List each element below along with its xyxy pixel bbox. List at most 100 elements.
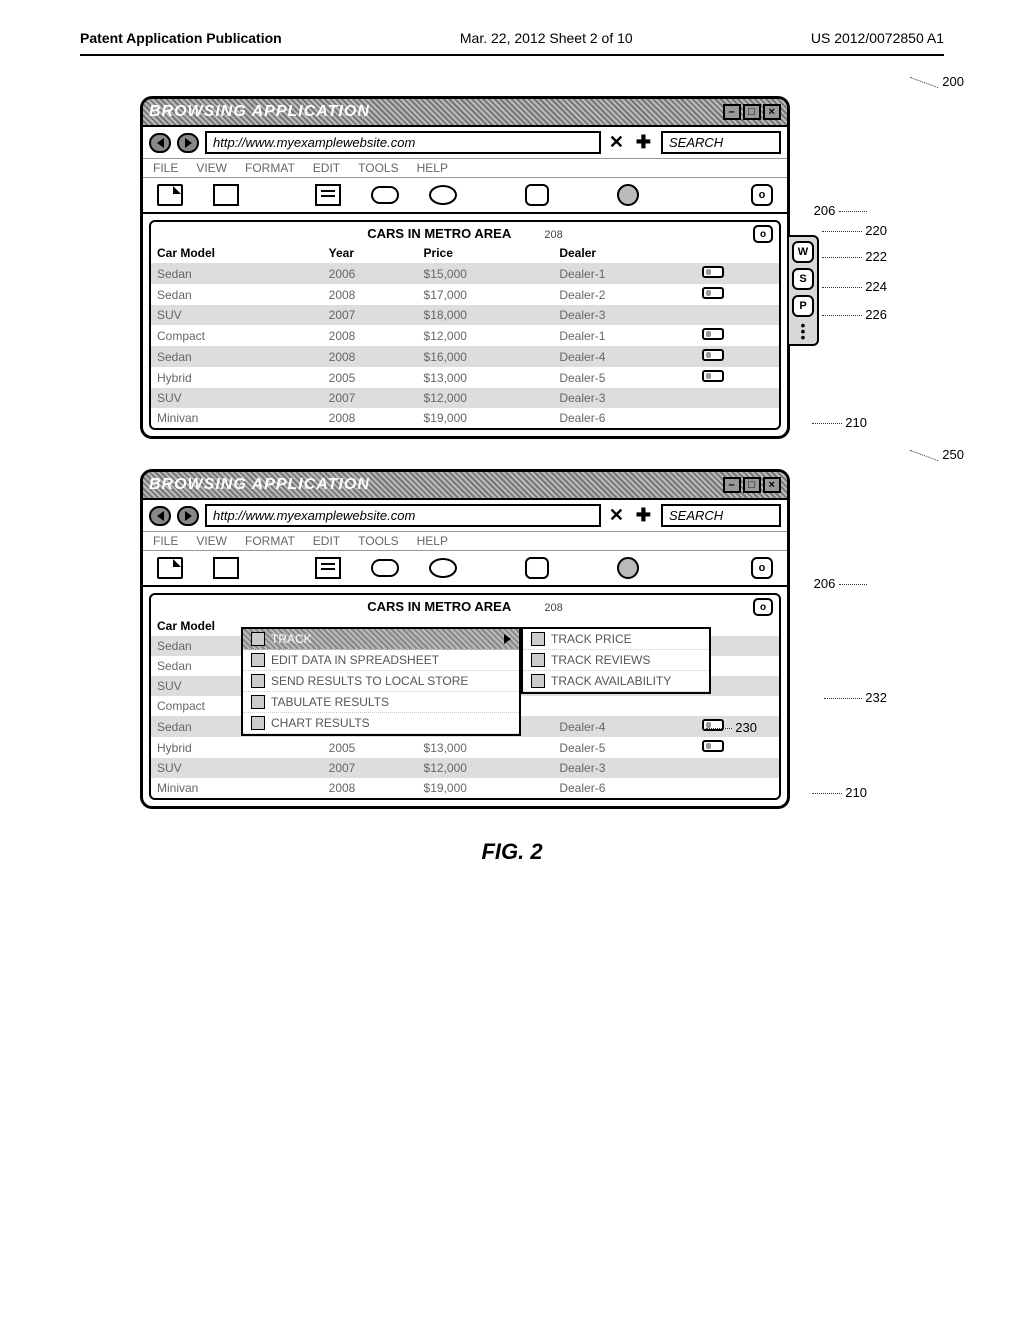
cars-table: Car Model Year Price Dealer Sedan2006$15… <box>151 243 779 428</box>
titlebar: BROWSING APPLICATION – □ × <box>143 99 787 127</box>
reviews-icon <box>531 653 545 667</box>
back-button[interactable] <box>149 506 171 526</box>
track-icon <box>251 632 265 646</box>
menu-tools[interactable]: TOOLS <box>358 534 398 548</box>
widget-btn-w[interactable]: W <box>792 241 814 263</box>
ref-208b: 208 <box>514 602 562 614</box>
window-controls: – □ × <box>723 477 781 493</box>
menu-file[interactable]: FILE <box>153 534 178 548</box>
table-row: Minivan2008$19,000Dealer-6 <box>151 778 779 798</box>
menu-item-track-availability[interactable]: TRACK AVAILABILITY <box>523 671 709 692</box>
list-icon[interactable] <box>315 557 341 579</box>
tabulate-icon <box>251 695 265 709</box>
table-header-row: Car Model Year Price Dealer <box>151 243 779 263</box>
availability-icon <box>531 674 545 688</box>
menu-edit[interactable]: EDIT <box>313 534 340 548</box>
menu-file[interactable]: FILE <box>153 161 178 175</box>
back-button[interactable] <box>149 133 171 153</box>
scroll-icon[interactable] <box>702 328 724 340</box>
list-icon[interactable] <box>315 184 341 206</box>
ref-224: 224 <box>822 279 887 294</box>
globe-icon[interactable] <box>617 184 639 206</box>
send-icon <box>251 674 265 688</box>
titlebar: BROWSING APPLICATION – □ × <box>143 472 787 500</box>
col-model: Car Model <box>151 243 323 263</box>
scroll-icon[interactable] <box>702 266 724 278</box>
menu-item-track[interactable]: TRACK <box>243 629 519 650</box>
content-title-row: CARS IN METRO AREA 208 o <box>151 222 779 243</box>
more-dots-icon[interactable]: ••• <box>792 322 814 340</box>
context-menu-submenu: TRACK PRICE TRACK REVIEWS TRACK AVAILABI… <box>521 627 711 694</box>
menu-item-chart[interactable]: CHART RESULTS <box>243 713 519 734</box>
scroll-icon[interactable] <box>702 740 724 752</box>
menu-edit[interactable]: EDIT <box>313 161 340 175</box>
ref-200: 200 <box>909 74 964 89</box>
table-row: Sedan2008$16,000Dealer-4 <box>151 346 779 367</box>
content-widget-button[interactable]: o <box>753 225 773 243</box>
menu-view[interactable]: VIEW <box>196 534 227 548</box>
forward-button[interactable] <box>177 506 199 526</box>
window-title: BROWSING APPLICATION <box>149 103 370 121</box>
clear-icon[interactable]: ✕ <box>607 132 626 153</box>
minimize-icon[interactable]: – <box>723 477 741 493</box>
menu-item-edit-spreadsheet[interactable]: EDIT DATA IN SPREADSHEET <box>243 650 519 671</box>
url-input[interactable]: http://www.myexamplewebsite.com <box>205 504 601 527</box>
url-input[interactable]: http://www.myexamplewebsite.com <box>205 131 601 154</box>
menu-view[interactable]: VIEW <box>196 161 227 175</box>
widget-btn-p[interactable]: P <box>792 295 814 317</box>
navbar: http://www.myexamplewebsite.com ✕ ✚ SEAR… <box>143 127 787 159</box>
new-doc-icon[interactable] <box>157 557 183 579</box>
col-price: Price <box>418 243 554 263</box>
scroll-icon[interactable] <box>702 287 724 299</box>
close-icon[interactable]: × <box>763 477 781 493</box>
add-icon[interactable]: ✚ <box>632 132 655 153</box>
cloud-icon[interactable] <box>371 559 399 577</box>
scroll-icon[interactable] <box>702 349 724 361</box>
ref-222: 222 <box>822 249 887 264</box>
maximize-icon[interactable]: □ <box>743 104 761 120</box>
eye-icon[interactable] <box>429 185 457 205</box>
figure-label: FIG. 2 <box>80 839 944 865</box>
toolbar-widget-button[interactable]: o <box>751 557 773 579</box>
database-icon[interactable] <box>525 184 549 206</box>
menu-item-tabulate[interactable]: TABULATE RESULTS <box>243 692 519 713</box>
add-icon[interactable]: ✚ <box>632 505 655 526</box>
search-input[interactable]: SEARCH <box>661 504 781 527</box>
folder-icon[interactable] <box>213 184 239 206</box>
search-input[interactable]: SEARCH <box>661 131 781 154</box>
pub-label: Patent Application Publication <box>80 30 282 46</box>
window-controls: – □ × <box>723 104 781 120</box>
menu-tools[interactable]: TOOLS <box>358 161 398 175</box>
forward-button[interactable] <box>177 133 199 153</box>
sheet-label: Mar. 22, 2012 Sheet 2 of 10 <box>460 30 633 46</box>
browser-window-1: BROWSING APPLICATION – □ × http://www.my… <box>140 96 790 439</box>
scroll-icon[interactable] <box>702 370 724 382</box>
menu-help[interactable]: HELP <box>417 161 448 175</box>
close-icon[interactable]: × <box>763 104 781 120</box>
table-row: Hybrid2005$13,000Dealer-5 <box>151 737 779 758</box>
spreadsheet-icon <box>251 653 265 667</box>
content-pane: CARS IN METRO AREA 208 o Car Model Sedan… <box>149 593 781 800</box>
maximize-icon[interactable]: □ <box>743 477 761 493</box>
ref-208: 208 <box>514 229 562 241</box>
eye-icon[interactable] <box>429 558 457 578</box>
menu-format[interactable]: FORMAT <box>245 534 295 548</box>
cloud-icon[interactable] <box>371 186 399 204</box>
widget-btn-s[interactable]: S <box>792 268 814 290</box>
minimize-icon[interactable]: – <box>723 104 741 120</box>
menu-item-track-reviews[interactable]: TRACK REVIEWS <box>523 650 709 671</box>
content-widget-button[interactable]: o <box>753 598 773 616</box>
clear-icon[interactable]: ✕ <box>607 505 626 526</box>
table-row: SUV2007$12,000Dealer-3 <box>151 388 779 408</box>
globe-icon[interactable] <box>617 557 639 579</box>
toolbar-widget-button[interactable]: o <box>751 184 773 206</box>
menu-format[interactable]: FORMAT <box>245 161 295 175</box>
menu-help[interactable]: HELP <box>417 534 448 548</box>
menu-item-track-price[interactable]: TRACK PRICE <box>523 629 709 650</box>
folder-icon[interactable] <box>213 557 239 579</box>
toolbar: o <box>143 551 787 587</box>
new-doc-icon[interactable] <box>157 184 183 206</box>
menu-item-send-local[interactable]: SEND RESULTS TO LOCAL STORE <box>243 671 519 692</box>
database-icon[interactable] <box>525 557 549 579</box>
ref-230: 230 <box>706 720 757 735</box>
